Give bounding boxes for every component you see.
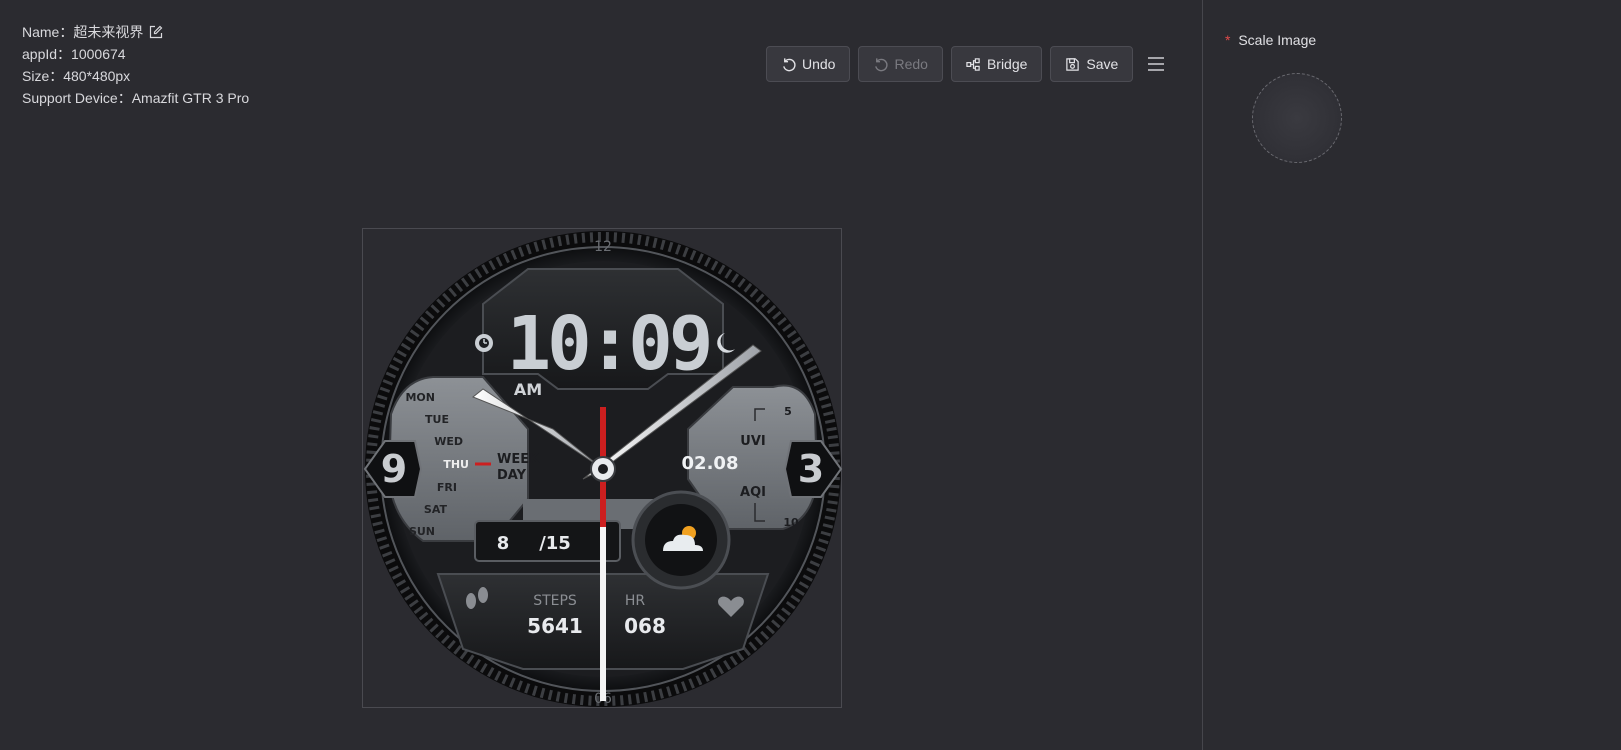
save-button[interactable]: Save <box>1050 46 1134 82</box>
digital-time: 10:09 <box>507 301 710 387</box>
save-icon <box>1066 57 1080 71</box>
edit-icon[interactable] <box>149 25 163 39</box>
uvi-label: UVI <box>740 434 765 449</box>
appid-label: appId： <box>22 46 72 62</box>
weekday-item: WED <box>434 435 463 448</box>
required-marker: * <box>1225 32 1231 48</box>
bridge-label: Bridge <box>986 56 1028 72</box>
hr-value: 068 <box>624 614 666 638</box>
alarm-icon <box>475 334 493 352</box>
steps-label: STEPS <box>533 593 577 609</box>
size-label: Size： <box>22 68 64 84</box>
steps-value: 5641 <box>527 614 583 638</box>
weekday-item: TUE <box>425 413 449 426</box>
appid-value: 1000674 <box>71 46 126 62</box>
project-name-row: Name： 超未来视界 <box>22 21 249 43</box>
toolbar: Undo Redo Bridge Save <box>766 46 1167 82</box>
aqi-value: 10 <box>783 516 799 529</box>
project-info: Name： 超未来视界 appId： 1000674 Size： 480*480… <box>22 21 249 109</box>
temperature-high: /15 <box>539 533 571 554</box>
uvi-value: 5 <box>784 405 792 418</box>
numeral-12: 12 <box>594 239 612 255</box>
bridge-button[interactable]: Bridge <box>950 46 1043 82</box>
scale-image-label: * Scale Image <box>1225 32 1316 48</box>
undo-button[interactable]: Undo <box>766 46 851 82</box>
bridge-icon <box>966 57 980 71</box>
device-row: Support Device： Amazfit GTR 3 Pro <box>22 87 249 109</box>
device-value: Amazfit GTR 3 Pro <box>131 90 250 106</box>
weekday-item: SUN <box>409 525 435 538</box>
numeral-9: 9 <box>381 447 407 491</box>
redo-button[interactable]: Redo <box>858 46 943 82</box>
watchface-canvas[interactable]: 9 3 12 06 10:09 AM MON TUE WED THU <box>362 228 843 708</box>
temperature-current: 8 <box>497 533 510 554</box>
weekday-item: FRI <box>437 481 457 494</box>
device-label: Support Device： <box>22 90 132 106</box>
weekday-item: SAT <box>424 503 448 516</box>
weekday-item: MON <box>405 391 435 404</box>
aqi-label: AQI <box>740 485 766 500</box>
weekday-label-2: DAY <box>497 468 527 483</box>
redo-icon <box>875 57 889 71</box>
weekday-item: THU <box>443 458 469 471</box>
scale-image-text: Scale Image <box>1238 32 1317 48</box>
scale-image-thumbnail[interactable] <box>1252 73 1342 163</box>
undo-icon <box>783 57 796 71</box>
name-label: Name： <box>22 24 74 40</box>
numeral-3: 3 <box>798 447 824 491</box>
size-row: Size： 480*480px <box>22 65 249 87</box>
save-label: Save <box>1086 56 1119 72</box>
ampm-label: AM <box>514 380 542 399</box>
date-value: 02.08 <box>682 453 739 474</box>
hr-label: HR <box>625 593 646 609</box>
editor-main: Name： 超未来视界 appId： 1000674 Size： 480*480… <box>0 0 1202 750</box>
appid-row: appId： 1000674 <box>22 43 249 65</box>
redo-label: Redo <box>894 56 928 72</box>
weekday-label-1: WEEK <box>497 452 540 467</box>
watchface-preview: 9 3 12 06 10:09 AM MON TUE WED THU <box>363 231 843 707</box>
menu-icon[interactable] <box>1145 53 1167 75</box>
undo-label: Undo <box>802 56 836 72</box>
size-value: 480*480px <box>63 68 131 84</box>
name-value: 超未来视界 <box>73 24 144 40</box>
